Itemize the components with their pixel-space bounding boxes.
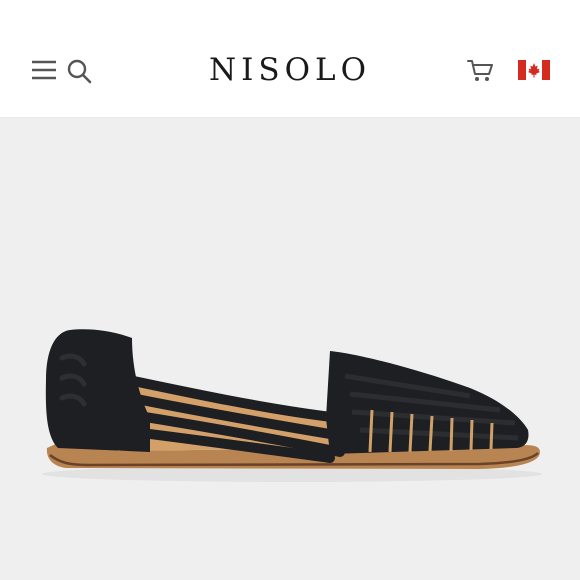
search-button[interactable] <box>66 58 94 84</box>
cart-icon <box>467 60 493 81</box>
country-selector[interactable] <box>518 60 550 80</box>
canada-flag-icon <box>518 60 550 80</box>
menu-button[interactable] <box>30 58 58 82</box>
search-icon <box>67 59 92 84</box>
product-image[interactable] <box>0 118 580 580</box>
hamburger-menu-icon <box>32 60 56 80</box>
product-hero <box>0 118 580 580</box>
brand-logo[interactable]: NISOLO <box>140 50 440 90</box>
site-header: NISOLO <box>0 0 580 118</box>
cart-button[interactable] <box>466 58 496 84</box>
